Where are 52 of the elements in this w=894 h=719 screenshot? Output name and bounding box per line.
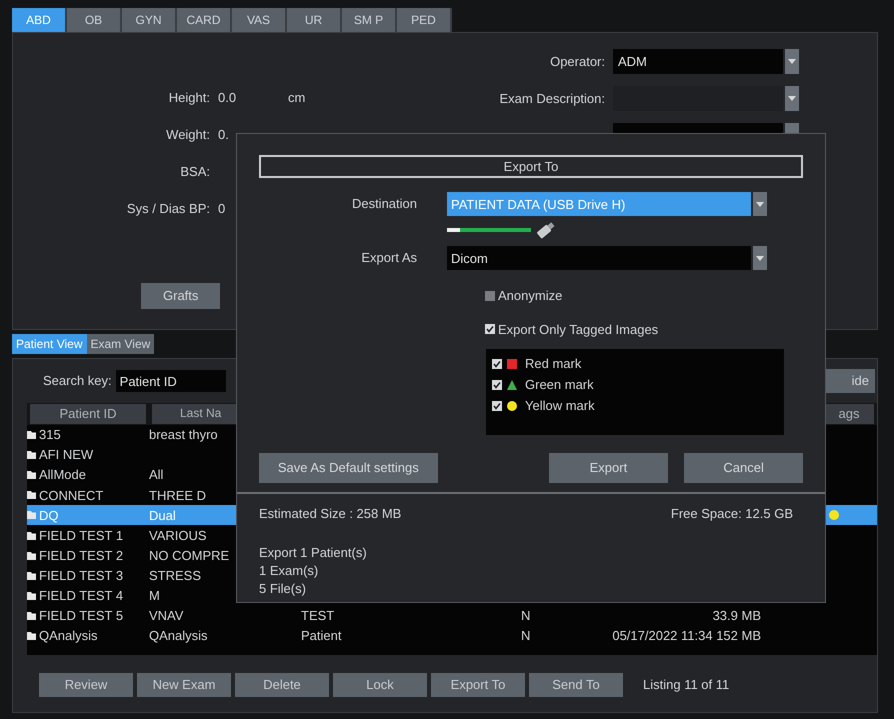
mark-label: Yellow mark [525,396,595,415]
listing-count: Listing 11 of 11 [643,676,730,694]
table-cell-text: All [149,466,164,484]
field-label: Destination [350,195,418,214]
field-label: Sys / Dias BP: [126,200,211,218]
search-label: Search key: [43,372,112,390]
mark-label: Red mark [525,354,582,373]
field-label: Exam Description: [498,90,606,108]
option-label: Anonymize [498,287,562,305]
table-cell-text: Patient [301,627,342,646]
table-cell-text: breast thyro [149,426,218,444]
table-cell-text: DQ [39,506,58,525]
table-cell-text: 05/17/2022 11:34 152 MB [612,627,761,646]
table-cell-text: TEST [301,607,334,626]
table-cell-text: Dual [149,506,176,525]
table-cell-text: NO COMPRE [149,546,230,565]
dialog-title: Export To [259,155,803,178]
table-cell-text: FIELD TEST 5 [39,607,124,626]
table-cell-text: FIELD TEST 2 [39,546,124,565]
table-cell-text: N [521,627,530,646]
field-value: 0.0 [218,88,238,107]
mark-label: Green mark [525,376,594,394]
free-space: Free Space: 12.5 GB [670,505,793,523]
field-value: 0. [218,126,230,144]
table-cell-text: 33.9 MB [712,607,761,626]
field-label: Weight: [165,126,211,144]
option-label: Export Only Tagged Images [498,320,658,339]
table-cell-text: STRESS [149,566,202,585]
table-cell-text: 315 [39,426,61,444]
table-cell-text: CONNECT [39,486,104,505]
table-cell-text: FIELD TEST 1 [39,526,124,545]
table-cell-text: VARIOUS [149,526,207,545]
field-label: Export As [360,249,418,268]
field-value: 0 [218,200,226,218]
table-cell-text: AllMode [39,466,86,484]
table-cell-text: FIELD TEST 4 [39,587,124,606]
table-cell-text: M [149,587,160,606]
table-cell-text: THREE D [149,486,206,505]
unit-label: cm [288,88,306,107]
field-label: BSA: [179,162,211,181]
field-label: Height: [168,88,211,107]
table-cell-text: QAnalysis [149,627,208,646]
summary-line: 5 File(s) [259,580,307,598]
table-cell-text: N [521,607,530,626]
table-cell-text: FIELD TEST 3 [39,566,124,585]
summary-line: 1 Exam(s) [259,562,320,580]
estimated-size: Estimated Size : 258 MB [259,505,402,523]
table-cell-text: AFI NEW [39,446,94,464]
field-label: Operator: [549,52,606,71]
table-cell-text: VNAV [149,607,184,626]
table-cell-text: QAnalysis [39,627,98,646]
summary-line: Export 1 Patient(s) [259,544,368,562]
